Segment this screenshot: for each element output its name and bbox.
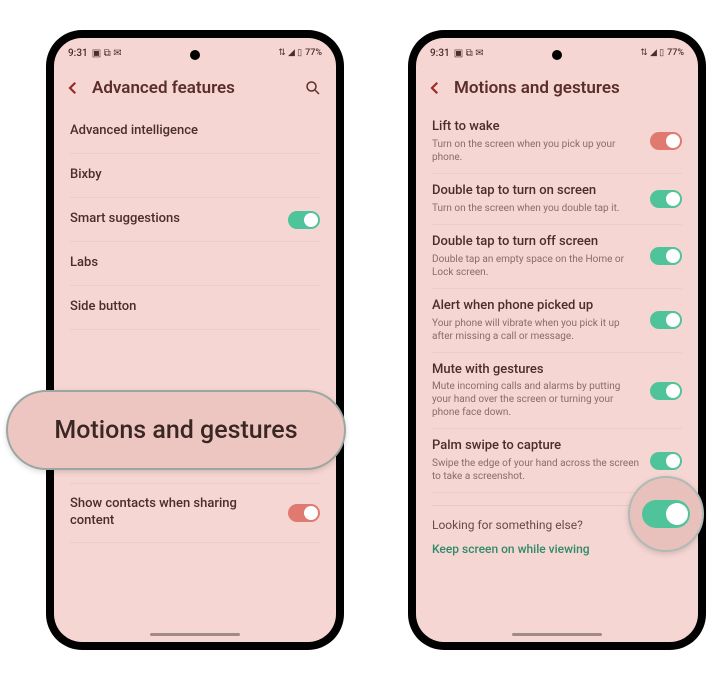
row-desc: Your phone will vibrate when you pick it…: [432, 317, 640, 343]
row-label: Alert when phone picked up: [432, 298, 640, 315]
status-battery: 77%: [667, 48, 684, 58]
row-mute-gestures[interactable]: Mute with gestures Mute incoming calls a…: [432, 353, 682, 430]
row-label: Mute with gestures: [432, 362, 640, 379]
phone-frame-right: 9:31 ▣ ⧉ ✉ ⇅ ◢ ▯ 77% Motions and gesture…: [408, 30, 706, 650]
screen-right: 9:31 ▣ ⧉ ✉ ⇅ ◢ ▯ 77% Motions and gesture…: [416, 38, 698, 642]
toggle-palm-swipe[interactable]: [650, 452, 682, 470]
row-label: Labs: [70, 255, 310, 272]
phone-frame-left: 9:31 ▣ ⧉ ✉ ⇅ ◢ ▯ 77% Advanced features A…: [46, 30, 344, 650]
row-desc: Double tap an empty space on the Home or…: [432, 253, 640, 279]
toggle-alert-pickup[interactable]: [650, 311, 682, 329]
row-label: Bixby: [70, 167, 310, 184]
toggle-smart-suggestions[interactable]: [288, 211, 320, 229]
back-icon[interactable]: [426, 79, 444, 97]
callout-palm-swipe-toggle: [628, 476, 704, 552]
row-double-tap-on[interactable]: Double tap to turn on screen Turn on the…: [432, 174, 682, 225]
status-icons-right: ⇅ ◢ ▯: [278, 48, 302, 58]
row-label: Side button: [70, 299, 310, 316]
row-label: Lift to wake: [432, 119, 640, 136]
row-label: Smart suggestions: [70, 211, 278, 228]
toggle-double-tap-off[interactable]: [650, 247, 682, 265]
row-desc: Turn on the screen when you pick up your…: [432, 138, 640, 164]
status-battery: 77%: [305, 48, 322, 58]
row-label: Double tap to turn on screen: [432, 183, 640, 200]
callout-motions-and-gestures: Motions and gestures: [6, 390, 346, 470]
row-label: Show contacts when sharing content: [70, 496, 278, 530]
row-label: Palm swipe to capture: [432, 438, 640, 455]
row-labs[interactable]: Labs: [70, 242, 320, 286]
status-time: 9:31: [68, 48, 88, 59]
camera-hole: [552, 50, 562, 60]
row-desc: Turn on the screen when you double tap i…: [432, 202, 640, 215]
row-advanced-intelligence[interactable]: Advanced intelligence: [70, 110, 320, 154]
row-show-contacts[interactable]: Show contacts when sharing content: [70, 484, 320, 543]
screen-left: 9:31 ▣ ⧉ ✉ ⇅ ◢ ▯ 77% Advanced features A…: [54, 38, 336, 642]
row-desc: Mute incoming calls and alarms by puttin…: [432, 380, 640, 419]
status-icons-left: ▣ ⧉ ✉: [92, 48, 122, 59]
toggle-show-contacts[interactable]: [288, 504, 320, 522]
row-side-button[interactable]: Side button: [70, 286, 320, 330]
toggle-highlight[interactable]: [642, 500, 690, 528]
row-double-tap-off[interactable]: Double tap to turn off screen Double tap…: [432, 225, 682, 289]
row-desc: Swipe the edge of your hand across the s…: [432, 457, 640, 483]
settings-list: Advanced intelligence Bixby Smart sugges…: [54, 110, 336, 543]
search-icon[interactable]: [304, 79, 322, 97]
home-indicator[interactable]: [512, 633, 602, 636]
status-time: 9:31: [430, 48, 450, 59]
camera-hole: [190, 50, 200, 60]
page-title: Advanced features: [92, 78, 294, 98]
status-icons-right: ⇅ ◢ ▯: [640, 48, 664, 58]
row-label: Double tap to turn off screen: [432, 234, 640, 251]
header: Motions and gestures: [416, 68, 698, 110]
page-title: Motions and gestures: [454, 78, 684, 98]
back-icon[interactable]: [64, 79, 82, 97]
toggle-mute-gestures[interactable]: [650, 382, 682, 400]
status-icons-left: ▣ ⧉ ✉: [454, 48, 484, 59]
row-smart-suggestions[interactable]: Smart suggestions: [70, 198, 320, 242]
row-alert-pickup[interactable]: Alert when phone picked up Your phone wi…: [432, 289, 682, 353]
row-lift-to-wake[interactable]: Lift to wake Turn on the screen when you…: [432, 110, 682, 174]
toggle-double-tap-on[interactable]: [650, 190, 682, 208]
home-indicator[interactable]: [150, 633, 240, 636]
toggle-lift-to-wake[interactable]: [650, 132, 682, 150]
callout-label: Motions and gestures: [54, 416, 297, 445]
header: Advanced features: [54, 68, 336, 110]
row-bixby[interactable]: Bixby: [70, 154, 320, 198]
row-label: Advanced intelligence: [70, 123, 310, 140]
